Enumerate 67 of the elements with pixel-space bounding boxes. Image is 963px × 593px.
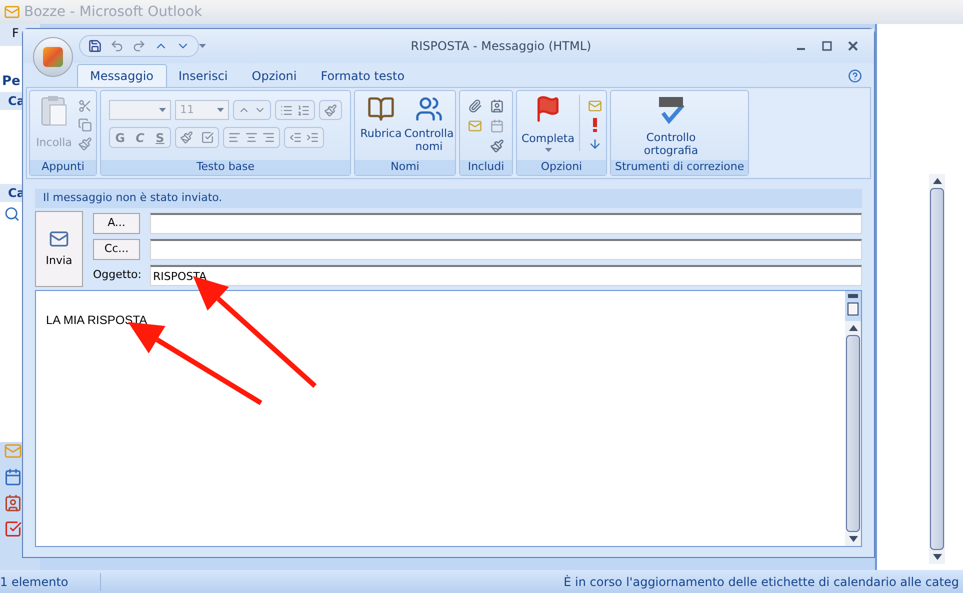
pane-title: Pe: [1, 73, 22, 91]
ribbon-tab[interactable]: Formato testo: [308, 64, 417, 87]
scrollbar[interactable]: [929, 174, 945, 564]
group-label: Testo base: [196, 159, 255, 176]
help-icon[interactable]: [848, 69, 862, 83]
ribbon-tab[interactable]: Opzioni: [240, 64, 309, 87]
info-text: Il messaggio non è stato inviato.: [43, 190, 222, 206]
caret-icon: [199, 44, 206, 48]
close-icon[interactable]: [848, 41, 858, 51]
group-label: Strumenti di correzione: [615, 159, 744, 176]
ribbon-tab[interactable]: Messaggio: [77, 64, 167, 87]
ribbon-button[interactable]: Completa: [521, 95, 575, 152]
clipboard-icon: [40, 95, 68, 127]
status-text: È in corso l'aggiornamento delle etichette di calendario alle categ: [564, 574, 959, 590]
paperclip-icon[interactable]: [468, 99, 482, 113]
caret-icon: [159, 108, 166, 112]
group-label: Opzioni: [540, 159, 582, 176]
contacts-icon[interactable]: [4, 494, 22, 512]
align-right-icon[interactable]: [262, 131, 275, 144]
subject-field[interactable]: RISPOSTA: [150, 265, 862, 286]
recipient-field[interactable]: [150, 213, 862, 234]
ribbon-tab[interactable]: Inserisci: [166, 64, 240, 87]
window-title: RISPOSTA - Messaggio (HTML): [410, 38, 592, 55]
group-label: Appunti: [42, 159, 84, 176]
send-button[interactable]: Invia: [35, 211, 83, 287]
status-text: 1 elemento: [0, 572, 102, 590]
business-card-icon[interactable]: [490, 99, 504, 113]
message-body[interactable]: LA MIA RISPOSTA: [35, 290, 862, 547]
scrollbar[interactable]: [845, 321, 861, 546]
subject-label: Oggetto:: [93, 267, 140, 284]
calendar-icon[interactable]: [4, 468, 22, 486]
maximize-icon[interactable]: [822, 41, 832, 51]
search-icon[interactable]: [4, 206, 20, 222]
scroll-down-icon[interactable]: [932, 554, 942, 560]
office-button[interactable]: [33, 37, 73, 77]
ribbon-button[interactable]: Controlla nomi: [407, 95, 451, 153]
brush-icon[interactable]: [78, 137, 92, 151]
calendar-icon[interactable]: [490, 119, 504, 133]
recipient-button[interactable]: Cc...: [93, 239, 140, 260]
redo-icon[interactable]: [132, 39, 146, 53]
copy-icon[interactable]: [78, 118, 92, 132]
caret-icon: [544, 148, 552, 152]
group-label: Nomi: [390, 159, 420, 176]
caret-icon: [217, 108, 224, 112]
bullet-list-icon[interactable]: [280, 104, 293, 116]
recipient-field[interactable]: [150, 239, 862, 260]
scissors-icon[interactable]: [78, 99, 92, 113]
ribbon-button[interactable]: Rubrica: [359, 95, 403, 140]
outdent-icon[interactable]: [289, 131, 302, 144]
numbered-list-icon[interactable]: [297, 104, 310, 116]
envelope-icon[interactable]: [49, 228, 69, 249]
scroll-up-icon[interactable]: [932, 178, 942, 184]
indent-icon[interactable]: [306, 131, 319, 144]
tasks-icon[interactable]: [4, 520, 22, 538]
recipient-button[interactable]: A...: [93, 213, 140, 234]
undo-icon[interactable]: [110, 39, 124, 53]
align-left-icon[interactable]: [228, 131, 241, 144]
group-label: Includi: [468, 159, 504, 176]
body-text: LA MIA RISPOSTA: [46, 313, 148, 327]
ribbon-button[interactable]: Controllo ortografia: [615, 95, 727, 157]
highlight-icon[interactable]: [180, 131, 193, 144]
address-book-icon[interactable]: [367, 95, 395, 123]
scroll-down-icon[interactable]: [848, 536, 858, 542]
scroll-up-icon[interactable]: [848, 325, 858, 331]
save-icon[interactable]: [88, 39, 102, 53]
window-title: Bozze - Microsoft Outlook: [24, 2, 202, 22]
align-center-icon[interactable]: [245, 131, 258, 144]
